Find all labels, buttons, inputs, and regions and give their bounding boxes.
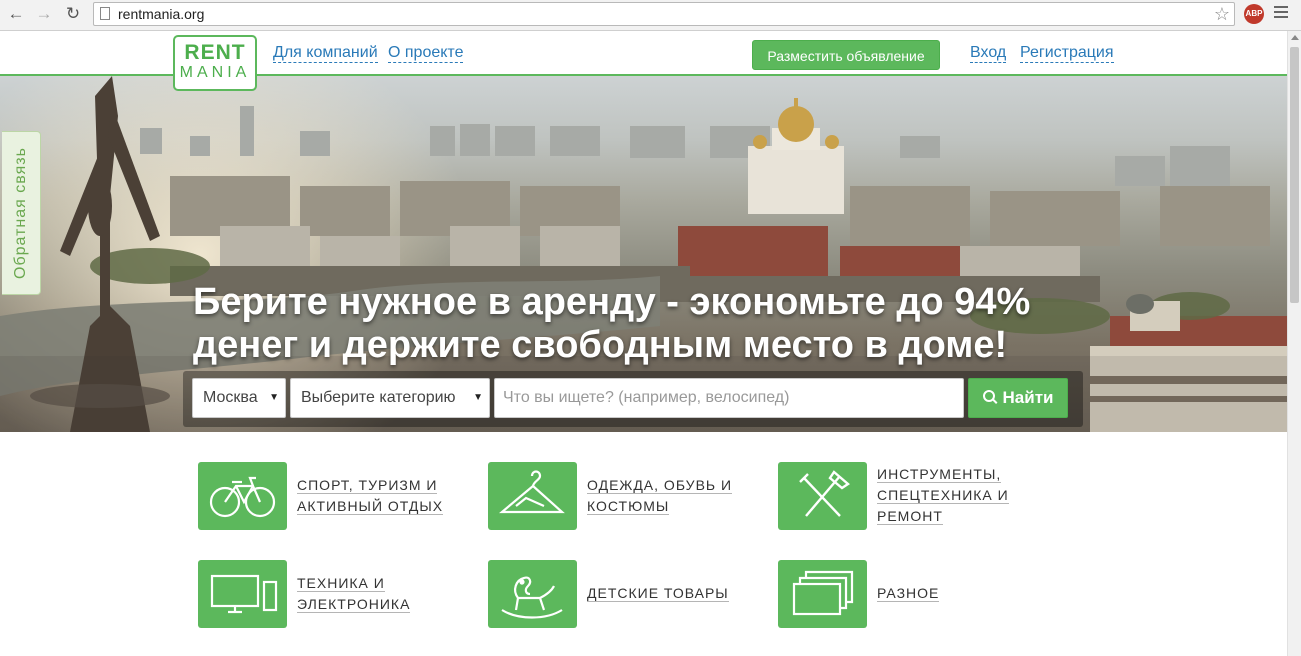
- dropdown-arrow-icon: ▼: [473, 392, 483, 403]
- scroll-up-arrow-icon[interactable]: [1291, 35, 1299, 40]
- category-electronics[interactable]: Техника и электроника: [198, 560, 468, 628]
- cathedral: [748, 98, 844, 214]
- logo-mania: MANIA: [179, 64, 251, 81]
- category-tile[interactable]: [198, 560, 287, 628]
- page-icon: [100, 7, 110, 20]
- search-button[interactable]: Найти: [968, 378, 1068, 418]
- forward-arrow-icon[interactable]: →: [34, 4, 54, 24]
- category-tile[interactable]: [198, 462, 287, 530]
- search-input[interactable]: [494, 378, 964, 418]
- category-label[interactable]: Разное: [877, 583, 940, 604]
- category-tile[interactable]: [778, 462, 867, 530]
- hanger-icon: [498, 470, 565, 514]
- search-icon: [982, 390, 995, 402]
- category-label[interactable]: Инструменты, спецтехника и ремонт: [877, 464, 1009, 527]
- search-button-label: Найти: [1002, 388, 1054, 407]
- category-misc[interactable]: Разное: [778, 560, 1048, 628]
- url-text: rentmania.org: [118, 6, 205, 22]
- category-tile[interactable]: [778, 560, 867, 628]
- category-select[interactable]: Выберите категорию ▼: [290, 378, 490, 418]
- city-select-value: Москва: [203, 389, 258, 406]
- city-select[interactable]: Москва ▼: [192, 378, 286, 418]
- category-label[interactable]: Техника и электроника: [297, 573, 411, 615]
- category-sport[interactable]: Спорт, туризм и активный отдых: [198, 462, 468, 530]
- category-label[interactable]: Спорт, туризм и активный отдых: [297, 475, 444, 517]
- register-link[interactable]: Регистрация: [1020, 44, 1114, 63]
- tools-icon: [799, 470, 850, 517]
- category-tile[interactable]: [488, 462, 577, 530]
- rocking-horse-icon: [501, 576, 563, 619]
- reload-icon[interactable]: ↻: [63, 4, 83, 24]
- logo-rent: RENT: [184, 41, 246, 64]
- feedback-tab[interactable]: Обратная связь: [2, 131, 41, 295]
- stacked-cards-icon: [792, 570, 854, 616]
- post-ad-button[interactable]: Разместить объявление: [752, 40, 940, 70]
- category-label[interactable]: Детские товары: [587, 583, 729, 604]
- bicycle-icon: [209, 476, 276, 518]
- login-link[interactable]: Вход: [970, 44, 1007, 63]
- category-tile[interactable]: [488, 560, 577, 628]
- back-arrow-icon[interactable]: ←: [6, 4, 26, 24]
- adblock-icon[interactable]: ABP: [1244, 4, 1264, 24]
- monitor-phone-icon: [210, 574, 278, 614]
- category-label[interactable]: Одежда, обувь и костюмы: [587, 475, 733, 517]
- category-tools[interactable]: Инструменты, спецтехника и ремонт: [778, 462, 1058, 530]
- bookmark-star-icon[interactable]: ☆: [1214, 3, 1230, 25]
- nav-for-companies[interactable]: Для компаний: [273, 44, 378, 63]
- hero-title-line2: денег и держите свободным место в доме!: [193, 324, 1008, 366]
- hero-title-line1: Берите нужное в аренду - экономьте до 94…: [193, 281, 1031, 323]
- category-select-value: Выберите категорию: [301, 389, 456, 406]
- dropdown-arrow-icon: ▼: [269, 392, 279, 403]
- feedback-label: Обратная связь: [12, 147, 29, 279]
- browser-toolbar: ← → ↻ rentmania.org ☆ ABP: [0, 0, 1301, 31]
- hero-title: Берите нужное в аренду - экономьте до 94…: [193, 281, 1093, 367]
- category-kids[interactable]: Детские товары: [488, 560, 758, 628]
- address-bar[interactable]: rentmania.org ☆: [93, 2, 1235, 26]
- page-scrollbar[interactable]: [1287, 31, 1301, 656]
- browser-menu-icon[interactable]: [1274, 6, 1288, 21]
- category-clothing[interactable]: Одежда, обувь и костюмы: [488, 462, 758, 530]
- site-logo[interactable]: RENT MANIA: [173, 35, 257, 91]
- scrollbar-thumb[interactable]: [1290, 47, 1299, 303]
- nav-about[interactable]: О проекте: [388, 44, 464, 63]
